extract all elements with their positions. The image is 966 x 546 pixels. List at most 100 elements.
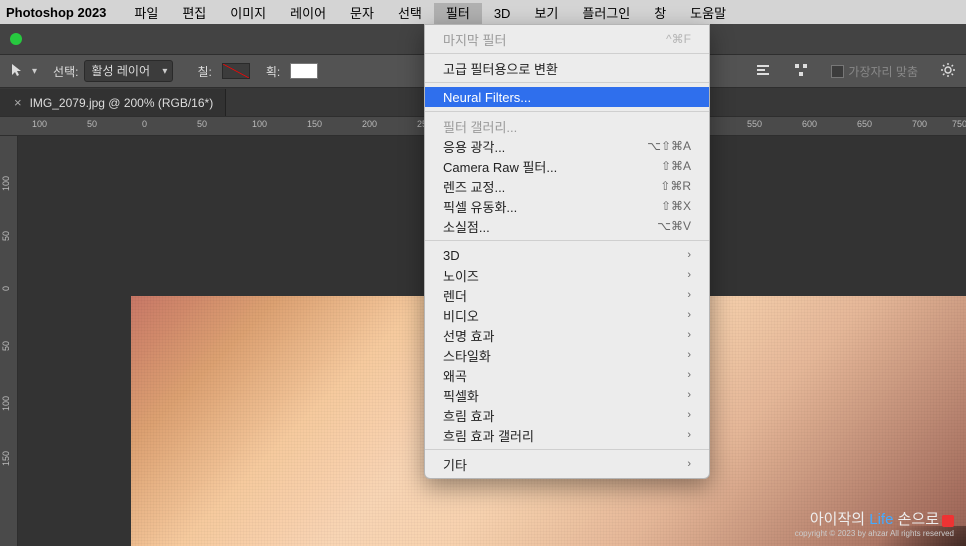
menu-3D[interactable]: 3D — [482, 3, 523, 24]
submenu-chevron-icon: › — [687, 409, 691, 421]
menu-item[interactable]: Camera Raw 필터...⇧⌘A — [425, 156, 709, 176]
ruler-vertical[interactable]: 10050050100150 — [0, 136, 18, 546]
menu-separator — [425, 111, 709, 112]
menu-item[interactable]: 선명 효과 › — [425, 325, 709, 345]
distribute-icon[interactable] — [793, 62, 809, 81]
menu-item[interactable]: 응용 광각... ⌥⇧⌘A — [425, 136, 709, 156]
edge-match-option[interactable]: 가장자리 맞춤 — [831, 63, 918, 80]
menu-item[interactable]: 비디오 › — [425, 305, 709, 325]
menu-item-label: 렌더 — [443, 286, 467, 305]
menu-문자[interactable]: 문자 — [338, 3, 386, 24]
app-name: Photoshop 2023 — [6, 5, 106, 20]
submenu-chevron-icon: › — [687, 249, 691, 261]
menu-item-label: 흐림 효과 — [443, 406, 494, 425]
ruler-tick-label: 700 — [912, 119, 927, 129]
menu-item-label: 렌즈 교정... — [443, 177, 505, 196]
menu-item[interactable]: 왜곡 › — [425, 365, 709, 385]
menu-item-label: 스타일화 — [443, 346, 491, 365]
menu-플러그인[interactable]: 플러그인 — [570, 3, 642, 24]
submenu-chevron-icon: › — [687, 289, 691, 301]
menu-shortcut: ⌥⇧⌘A — [647, 139, 691, 153]
submenu-chevron-icon: › — [687, 458, 691, 470]
menu-item-label: Camera Raw 필터... — [443, 157, 557, 176]
menu-선택[interactable]: 선택 — [386, 3, 434, 24]
menu-파일[interactable]: 파일 — [122, 3, 170, 24]
fill-label: 칠: — [197, 63, 211, 80]
menu-item[interactable]: 렌즈 교정... ⇧⌘R — [425, 176, 709, 196]
menu-item[interactable]: Neural Filters... — [425, 87, 709, 107]
menu-item[interactable]: 흐림 효과 갤러리› — [425, 425, 709, 445]
menu-item[interactable]: 스타일화 › — [425, 345, 709, 365]
ruler-tick-label: 200 — [362, 119, 377, 129]
submenu-chevron-icon: › — [687, 269, 691, 281]
edge-match-label: 가장자리 맞춤 — [848, 63, 918, 80]
system-menubar: Photoshop 2023 파일편집이미지레이어문자선택필터3D보기플러그인창… — [0, 0, 966, 24]
menu-item[interactable]: 흐림 효과 › — [425, 405, 709, 425]
menu-item-label: 왜곡 — [443, 366, 467, 385]
menu-item[interactable]: 기타 › — [425, 454, 709, 474]
ruler-tick-label: 550 — [747, 119, 762, 129]
menu-도움말[interactable]: 도움말 — [678, 3, 738, 24]
menu-item-label: 기타 — [443, 455, 467, 474]
menu-separator — [425, 240, 709, 241]
submenu-chevron-icon: › — [687, 369, 691, 381]
watermark-text: Life — [869, 511, 893, 528]
menu-필터[interactable]: 필터 — [434, 3, 482, 24]
menu-item[interactable]: 렌더 › — [425, 285, 709, 305]
menu-shortcut: ⌥⌘V — [657, 219, 691, 233]
ruler-tick-label: 50 — [1, 231, 11, 241]
menu-item-label: 노이즈 — [443, 266, 479, 285]
menu-item-label: 비디오 — [443, 306, 479, 325]
menu-보기[interactable]: 보기 — [522, 3, 570, 24]
menu-item-label: Neural Filters... — [443, 90, 531, 105]
ruler-tick-label: 650 — [857, 119, 872, 129]
ruler-tick-label: 600 — [802, 119, 817, 129]
edge-match-checkbox[interactable] — [831, 65, 844, 78]
watermark-text: 아이작의 — [810, 511, 869, 528]
submenu-chevron-icon: › — [687, 329, 691, 341]
ruler-tick-label: 100 — [1, 176, 11, 191]
close-tab-icon[interactable]: × — [14, 95, 22, 110]
ruler-tick-label: 100 — [252, 119, 267, 129]
menu-레이어[interactable]: 레이어 — [278, 3, 338, 24]
submenu-chevron-icon: › — [687, 429, 691, 441]
menu-item-label: 소실점... — [443, 217, 490, 236]
submenu-chevron-icon: › — [687, 349, 691, 361]
menu-item[interactable]: 3D › — [425, 245, 709, 265]
menu-separator — [425, 449, 709, 450]
menu-item-label: 선명 효과 — [443, 326, 494, 345]
stroke-label: 획: — [266, 63, 280, 80]
stroke-swatch[interactable] — [290, 63, 318, 79]
menu-item-label: 3D — [443, 248, 460, 263]
menu-item[interactable]: 픽셀 유동화...⇧⌘X — [425, 196, 709, 216]
menu-item-label: 고급 필터용으로 변환 — [443, 59, 558, 78]
menu-item[interactable]: 소실점... ⌥⌘V — [425, 216, 709, 236]
move-tool-icon[interactable] — [10, 62, 26, 81]
menu-shortcut: ⇧⌘X — [661, 199, 691, 213]
layer-select[interactable]: 활성 레이어 — [84, 60, 173, 82]
submenu-chevron-icon: › — [687, 309, 691, 321]
traffic-lights[interactable] — [10, 33, 22, 45]
ruler-tick-label: 750 — [952, 119, 966, 129]
tool-preset-chevron[interactable]: ▾ — [32, 66, 37, 77]
menu-창[interactable]: 창 — [642, 3, 678, 24]
ruler-tick-label: 100 — [1, 396, 11, 411]
menu-item-label: 응용 광각... — [443, 137, 505, 156]
menu-item[interactable]: 노이즈 › — [425, 265, 709, 285]
ruler-tick-label: 50 — [1, 341, 11, 351]
ruler-tick-label: 150 — [1, 451, 11, 466]
ruler-tick-label: 150 — [307, 119, 322, 129]
menu-편집[interactable]: 편집 — [170, 3, 218, 24]
settings-gear-icon[interactable] — [940, 62, 956, 81]
menu-이미지[interactable]: 이미지 — [218, 3, 278, 24]
align-icon[interactable] — [755, 62, 771, 81]
document-tab[interactable]: × IMG_2079.jpg @ 200% (RGB/16*) — [0, 89, 226, 116]
maximize-dot[interactable] — [10, 33, 22, 45]
tab-title: IMG_2079.jpg @ 200% (RGB/16*) — [30, 96, 214, 110]
menu-shortcut: ⇧⌘R — [660, 179, 691, 193]
menu-item[interactable]: 픽셀화› — [425, 385, 709, 405]
ruler-tick-label: 50 — [87, 119, 97, 129]
select-label: 선택: — [53, 63, 78, 80]
fill-swatch[interactable] — [222, 63, 250, 79]
menu-item[interactable]: 고급 필터용으로 변환 — [425, 58, 709, 78]
